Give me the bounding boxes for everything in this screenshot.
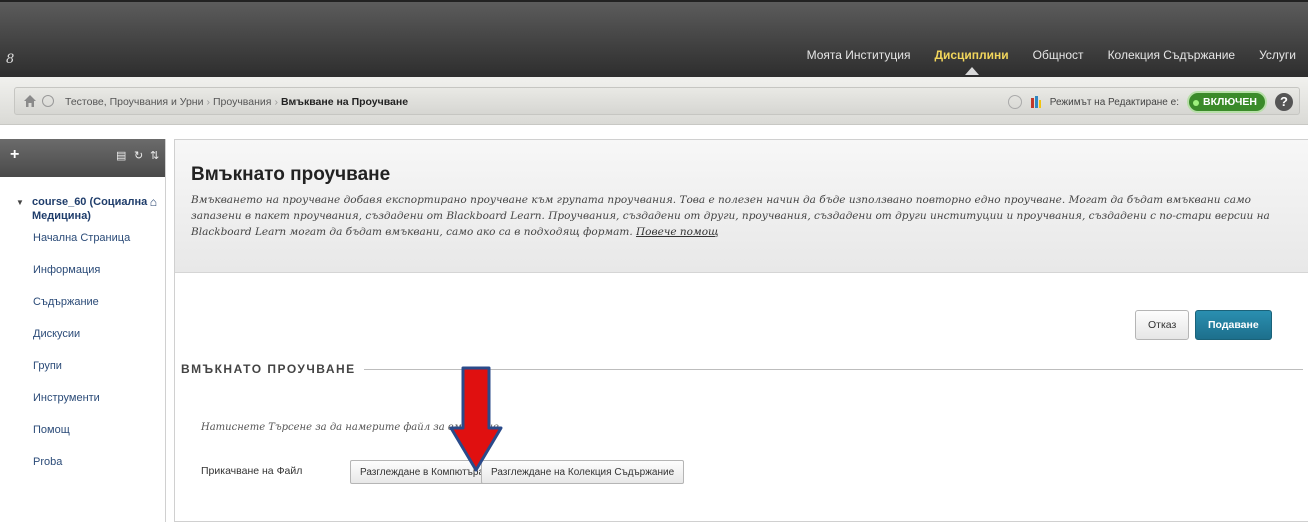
reorder-icon[interactable]: ⇅ xyxy=(150,149,159,162)
attach-file-label: Прикачване на Файл xyxy=(201,465,303,477)
top-tabs: Моята Институция Дисциплини Общност Коле… xyxy=(795,42,1308,75)
sidebar-item-home[interactable]: Начална Страница xyxy=(33,229,165,261)
sidebar-item-proba[interactable]: Proba xyxy=(33,453,165,485)
sidebar-item-information[interactable]: Информация xyxy=(33,261,165,293)
edit-mode-label: Режимът на Редактиране е: xyxy=(1049,96,1179,108)
tab-content-collection[interactable]: Колекция Съдържание xyxy=(1096,48,1248,62)
home-pin-icon: ⌂ xyxy=(149,195,157,209)
help-icon[interactable]: ? xyxy=(1275,93,1293,111)
breadcrumb-container: Тестове, Проучвания и Урни › Проучвания › Вм… xyxy=(14,87,1300,115)
history-icon[interactable] xyxy=(42,95,54,107)
home-icon[interactable] xyxy=(23,94,37,108)
tab-my-institution[interactable]: Моята Институция xyxy=(795,48,923,62)
breadcrumb-separator: › xyxy=(206,96,210,108)
add-menu-item-icon[interactable]: + xyxy=(10,146,19,164)
logo: 8 xyxy=(6,52,15,67)
submit-button[interactable]: Подаване xyxy=(1195,310,1272,340)
folder-view-icon[interactable]: ▤ xyxy=(116,149,126,162)
edit-mode-area: Режимът на Редактиране е: ВКЛЮЧЕН ? xyxy=(1007,91,1293,113)
breadcrumb: Тестове, Проучвания и Урни › Проучвания › Вм… xyxy=(65,96,408,108)
course-name: course_60 (Социална Медицина) xyxy=(32,196,148,222)
breadcrumb-item-tests[interactable]: Тестове, Проучвания и Урни xyxy=(65,96,203,108)
page-title: Вмъкнато проучване xyxy=(191,164,391,185)
sidebar-item-tools[interactable]: Инструменти xyxy=(33,389,165,421)
course-menu-toolbar: + ▤ ↻ ⇅ xyxy=(0,139,165,177)
breadcrumb-bar: Тестове, Проучвания и Урни › Проучвания › Вм… xyxy=(0,77,1308,125)
page-description: Вмъкването на проучване добавя експортир… xyxy=(191,192,1296,240)
course-menu: + ▤ ↻ ⇅ ▼ course_60 (Социална Медицина) … xyxy=(0,139,166,522)
sidebar-item-help[interactable]: Помощ xyxy=(33,421,165,453)
edit-mode-toggle[interactable]: ВКЛЮЧЕН xyxy=(1186,91,1267,113)
refresh-icon[interactable]: ↻ xyxy=(134,149,143,162)
page-header: Вмъкнато проучване Вмъкването на проучва… xyxy=(175,140,1308,273)
course-title[interactable]: ▼ course_60 (Социална Медицина) ⌂ xyxy=(0,177,165,223)
breadcrumb-separator: › xyxy=(274,96,278,108)
preview-eye-icon[interactable] xyxy=(1007,95,1022,109)
sidebar-item-discussions[interactable]: Дискусии xyxy=(33,325,165,357)
tab-community[interactable]: Общност xyxy=(1021,48,1096,62)
main-content: Вмъкнато проучване Вмъкването на проучва… xyxy=(174,139,1308,522)
top-navigation-bar: 8 Моята Институция Дисциплини Общност Ко… xyxy=(0,0,1308,77)
brightness-icon[interactable] xyxy=(1030,95,1042,109)
browse-content-collection-button[interactable]: Разглеждане на Колекция Съдържание xyxy=(481,460,685,484)
section-title: ВМЪКНАТО ПРОУЧВАНЕ xyxy=(181,362,364,376)
sidebar-item-groups[interactable]: Групи xyxy=(33,357,165,389)
breadcrumb-current: Вмъкване на Проучване xyxy=(280,96,409,108)
cancel-button[interactable]: Отказ xyxy=(1135,310,1190,340)
collapse-triangle-icon[interactable]: ▼ xyxy=(16,196,24,210)
tab-courses[interactable]: Дисциплини xyxy=(922,48,1020,75)
course-menu-list: Начална Страница Информация Съдържание Д… xyxy=(0,229,165,485)
sidebar-item-content[interactable]: Съдържание xyxy=(33,293,165,325)
more-help-link[interactable]: Повече помощ xyxy=(636,226,719,238)
annotation-arrow-icon xyxy=(449,366,503,472)
description-text: Вмъкването на проучване добавя експортир… xyxy=(191,194,1270,238)
tab-services[interactable]: Услуги xyxy=(1247,48,1308,62)
breadcrumb-item-surveys[interactable]: Проучвания xyxy=(213,96,271,108)
